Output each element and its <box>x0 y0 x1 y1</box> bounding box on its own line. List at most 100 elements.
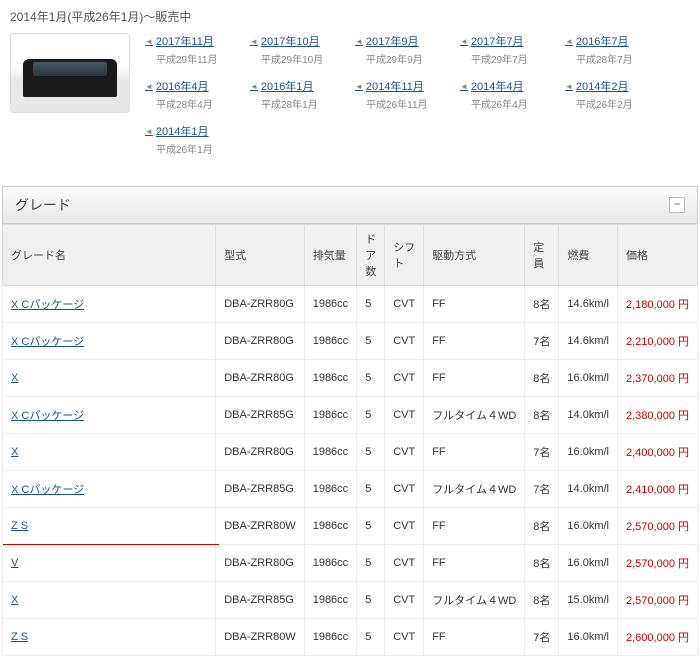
year-link[interactable]: 2016年7月 <box>565 33 650 49</box>
year-link-item: 2016年7月平成28年7月 <box>565 33 650 66</box>
year-link-sub: 平成26年4月 <box>471 96 545 111</box>
year-link[interactable]: 2017年10月 <box>250 33 335 49</box>
cell-grade: X Cパッケージ <box>3 323 216 360</box>
cell-fuel: 16.0km/l <box>559 545 618 582</box>
cell-price: 2,600,000 円 <box>618 619 698 656</box>
cell-shift: CVT <box>385 508 424 545</box>
section-title-text: グレード <box>15 195 71 215</box>
cell-fuel: 16.0km/l <box>559 360 618 397</box>
year-link-sub: 平成29年7月 <box>471 51 545 66</box>
year-link-item: 2017年10月平成29年10月 <box>250 33 335 66</box>
year-link-item: 2014年2月平成26年2月 <box>565 78 650 111</box>
cell-grade: X Cパッケージ <box>3 471 216 508</box>
cell-price: 2,380,000 円 <box>618 397 698 434</box>
col-fuel: 燃費 <box>559 225 618 286</box>
cell-disp: 1986cc <box>304 471 356 508</box>
cell-doors: 5 <box>357 397 385 434</box>
col-disp: 排気量 <box>304 225 356 286</box>
cell-model: DBA-ZRR85G <box>216 582 305 619</box>
cell-drive: FF <box>424 286 525 323</box>
cell-grade: X <box>3 582 216 619</box>
cell-doors: 5 <box>357 360 385 397</box>
cell-price: 2,180,000 円 <box>618 286 698 323</box>
grade-link[interactable]: X Cパッケージ <box>11 336 84 348</box>
cell-drive: FF <box>424 434 525 471</box>
grade-link[interactable]: Z S <box>11 520 28 532</box>
grade-link[interactable]: X Cパッケージ <box>11 410 84 422</box>
grade-link[interactable]: X Cパッケージ <box>11 299 84 311</box>
year-link[interactable]: 2014年11月 <box>355 78 440 94</box>
cell-grade: X <box>3 434 216 471</box>
cell-capacity: 8名 <box>525 508 559 545</box>
header-period: 2014年1月(平成26年1月)～販売中 <box>0 0 700 33</box>
cell-capacity: 7名 <box>525 471 559 508</box>
table-row: X CパッケージDBA-ZRR80G1986cc5CVTFF8名14.6km/l… <box>3 286 698 323</box>
cell-capacity: 8名 <box>525 360 559 397</box>
cell-disp: 1986cc <box>304 619 356 656</box>
cell-drive: フルタイム４WD <box>424 471 525 508</box>
table-row: X CパッケージDBA-ZRR85G1986cc5CVTフルタイム４WD8名14… <box>3 397 698 434</box>
cell-shift: CVT <box>385 471 424 508</box>
cell-disp: 1986cc <box>304 286 356 323</box>
cell-shift: CVT <box>385 360 424 397</box>
cell-shift: CVT <box>385 545 424 582</box>
cell-price: 2,210,000 円 <box>618 323 698 360</box>
year-link[interactable]: 2017年11月 <box>145 33 230 49</box>
cell-grade: Z S <box>3 508 216 545</box>
cell-disp: 1986cc <box>304 360 356 397</box>
cell-fuel: 15.0km/l <box>559 582 618 619</box>
cell-grade: X Cパッケージ <box>3 397 216 434</box>
cell-price: 2,570,000 円 <box>618 545 698 582</box>
cell-doors: 5 <box>357 582 385 619</box>
grade-link[interactable]: X Cパッケージ <box>11 484 84 496</box>
car-thumbnail <box>10 33 130 113</box>
year-link[interactable]: 2017年9月 <box>355 33 440 49</box>
table-row: XDBA-ZRR85G1986cc5CVTフルタイム４WD8名15.0km/l2… <box>3 582 698 619</box>
cell-doors: 5 <box>357 545 385 582</box>
year-link[interactable]: 2014年2月 <box>565 78 650 94</box>
cell-doors: 5 <box>357 434 385 471</box>
year-link-sub: 平成29年9月 <box>366 51 440 66</box>
col-model: 型式 <box>216 225 305 286</box>
year-link[interactable]: 2014年1月 <box>145 123 230 139</box>
year-link-sub: 平成28年7月 <box>576 51 650 66</box>
cell-grade: X <box>3 360 216 397</box>
year-link[interactable]: 2014年4月 <box>460 78 545 94</box>
cell-model: DBA-ZRR85G <box>216 397 305 434</box>
cell-model: DBA-ZRR80G <box>216 286 305 323</box>
cell-price: 2,570,000 円 <box>618 508 698 545</box>
year-link[interactable]: 2017年7月 <box>460 33 545 49</box>
cell-capacity: 8名 <box>525 545 559 582</box>
table-header-row: グレード名 型式 排気量 ドア数 シフト 駆動方式 定員 燃費 価格 <box>3 225 698 286</box>
cell-model: DBA-ZRR80G <box>216 434 305 471</box>
collapse-button[interactable]: − <box>669 197 685 213</box>
year-link[interactable]: 2016年4月 <box>145 78 230 94</box>
cell-model: DBA-ZRR85G <box>216 471 305 508</box>
table-row: X CパッケージDBA-ZRR80G1986cc5CVTFF7名14.6km/l… <box>3 323 698 360</box>
grade-link[interactable]: X <box>11 446 18 458</box>
grade-link[interactable]: X <box>11 372 18 384</box>
cell-drive: FF <box>424 360 525 397</box>
cell-doors: 5 <box>357 323 385 360</box>
cell-disp: 1986cc <box>304 434 356 471</box>
cell-model: DBA-ZRR80G <box>216 360 305 397</box>
cell-grade: V <box>3 545 216 582</box>
cell-shift: CVT <box>385 582 424 619</box>
col-price: 価格 <box>618 225 698 286</box>
col-drive: 駆動方式 <box>424 225 525 286</box>
year-link[interactable]: 2016年1月 <box>250 78 335 94</box>
cell-drive: FF <box>424 545 525 582</box>
cell-capacity: 8名 <box>525 397 559 434</box>
grade-link[interactable]: X <box>11 594 18 606</box>
cell-grade: Z S <box>3 619 216 656</box>
year-link-sub: 平成29年11月 <box>156 51 230 66</box>
cell-shift: CVT <box>385 323 424 360</box>
cell-drive: FF <box>424 619 525 656</box>
grade-link[interactable]: V <box>11 557 18 569</box>
grade-link[interactable]: Z S <box>11 631 28 643</box>
year-link-item: 2017年7月平成29年7月 <box>460 33 545 66</box>
col-doors: ドア数 <box>357 225 385 286</box>
cell-model: DBA-ZRR80G <box>216 323 305 360</box>
table-row: XDBA-ZRR80G1986cc5CVTFF8名16.0km/l2,370,0… <box>3 360 698 397</box>
cell-capacity: 7名 <box>525 434 559 471</box>
